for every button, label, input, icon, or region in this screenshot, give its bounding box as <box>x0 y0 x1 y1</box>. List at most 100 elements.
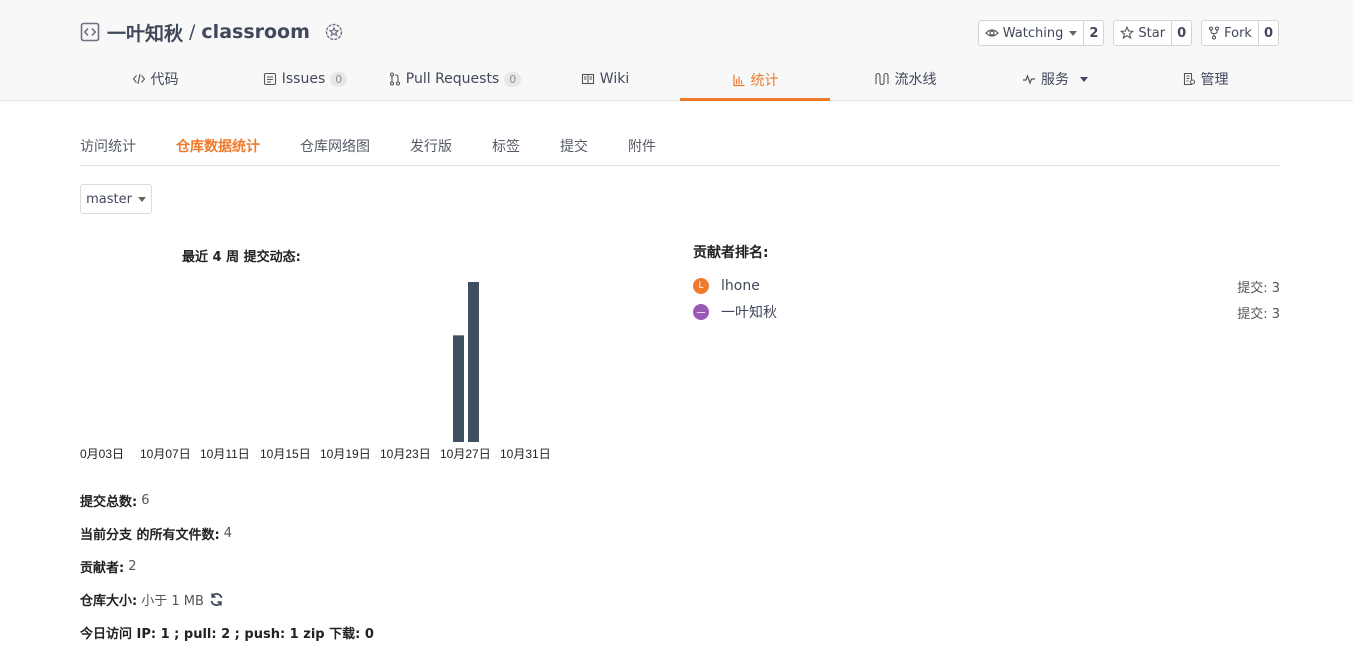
watching-button[interactable]: Watching 2 <box>977 20 1105 46</box>
commit-activity-chart: 0月03日 10月07日 10月11日 10月15日 10月19日 10月23日 10月27… <box>80 282 551 461</box>
stat-file-count-value: 4 <box>223 526 233 541</box>
repo-actions: Watching 2 Star 0 Fork 0 <box>977 20 1279 46</box>
stat-contributors: 贡献者: 2 <box>80 550 374 583</box>
bar-chart-icon <box>732 73 746 87</box>
x-tick-label: 10月27日 <box>440 447 491 461</box>
subnav-attachments[interactable]: 附件 <box>628 134 656 165</box>
star-label-group: Star <box>1114 21 1171 45</box>
x-tick-label: 10月15日 <box>260 447 311 461</box>
repo-tabs: 代码 Issues 0 Pull Requests 0 Wiki 统计 流水线 … <box>80 58 1280 101</box>
x-tick-label: 10月23日 <box>380 447 431 461</box>
tab-pull-requests-label: Pull Requests <box>405 71 500 87</box>
subnav-repo-data-stats[interactable]: 仓库数据统计 <box>176 134 260 165</box>
contributors-list: L lhone 提交: 3 一 一叶知秋 提交: 3 <box>693 273 1280 325</box>
tab-manage[interactable]: 管理 <box>1130 58 1280 100</box>
stat-contributors-label: 贡献者: <box>80 561 125 576</box>
star-button[interactable]: Star 0 <box>1113 20 1193 46</box>
chevron-down-icon <box>137 196 146 202</box>
repo-separator: / <box>189 21 196 43</box>
stat-today-visits: 今日访问 IP: 1 ; pull: 2 ; push: 1 zip 下载: 0 <box>80 627 374 642</box>
tab-issues-label: Issues <box>281 71 326 87</box>
issues-count-badge: 0 <box>330 71 348 87</box>
repo-code-icon <box>80 22 100 42</box>
tab-statistics-label: 统计 <box>750 72 779 89</box>
contributor-row: L lhone 提交: 3 <box>693 273 1280 299</box>
avatar[interactable]: 一 <box>693 304 709 320</box>
stat-total-commits-label: 提交总数: <box>80 495 138 510</box>
tab-pipeline[interactable]: 流水线 <box>830 58 980 100</box>
repo-owner-link[interactable]: 一叶知秋 <box>107 19 183 46</box>
x-tick-label: 10月07日 <box>140 447 191 461</box>
pull-request-icon <box>389 72 401 86</box>
contributor-info: L lhone <box>693 278 760 294</box>
pipeline-icon <box>874 72 890 86</box>
branch-selector[interactable]: master <box>80 184 152 214</box>
chevron-down-icon <box>1069 30 1078 36</box>
fork-label-group: Fork <box>1202 21 1258 45</box>
eye-icon <box>984 29 999 37</box>
star-count[interactable]: 0 <box>1171 21 1191 45</box>
tab-pull-requests[interactable]: Pull Requests 0 <box>380 58 530 100</box>
repo-header: 一叶知秋 / classroom Watching 2 Star 0 Fork … <box>0 0 1353 101</box>
tab-pipeline-label: 流水线 <box>894 72 937 88</box>
fork-button[interactable]: Fork 0 <box>1201 20 1279 46</box>
stat-repo-size-label: 仓库大小: <box>80 594 138 609</box>
refresh-icon[interactable] <box>209 592 224 607</box>
subnav-tags[interactable]: 标签 <box>492 134 520 165</box>
subnav-commits[interactable]: 提交 <box>560 134 588 165</box>
chart-bar[interactable] <box>453 335 464 442</box>
fork-count[interactable]: 0 <box>1257 21 1278 45</box>
award-badge-icon[interactable] <box>324 22 344 42</box>
code-icon <box>132 72 146 86</box>
tab-manage-label: 管理 <box>1200 72 1229 88</box>
contributors-ranking-title: 贡献者排名: <box>693 245 769 261</box>
x-tick-label: 10月31日 <box>500 447 551 461</box>
tab-statistics[interactable]: 统计 <box>680 58 830 101</box>
fork-icon <box>1209 26 1220 40</box>
stat-total-commits-value: 6 <box>141 493 150 508</box>
watching-count[interactable]: 2 <box>1083 21 1103 45</box>
contributor-name[interactable]: 一叶知秋 <box>721 302 777 322</box>
contributor-commits: 提交: 3 <box>1237 280 1280 296</box>
x-tick-label: 10月11日 <box>200 447 250 461</box>
stat-repo-size-value: 小于 1 MB <box>141 594 204 609</box>
chevron-down-icon <box>1080 76 1088 82</box>
branch-label: master <box>86 191 132 207</box>
x-tick-label: 10月19日 <box>320 447 371 461</box>
issues-icon <box>263 72 277 86</box>
tab-code[interactable]: 代码 <box>80 58 230 100</box>
watching-label-group: Watching <box>979 21 1084 45</box>
contributor-row: 一 一叶知秋 提交: 3 <box>693 299 1280 325</box>
tab-issues[interactable]: Issues 0 <box>230 58 380 100</box>
tab-services[interactable]: 服务 <box>980 58 1130 100</box>
subnav-network-graph[interactable]: 仓库网络图 <box>300 134 370 165</box>
tab-wiki-label: Wiki <box>599 71 630 87</box>
book-icon <box>581 72 595 86</box>
settings-doc-icon <box>1182 72 1196 86</box>
subnav-releases[interactable]: 发行版 <box>410 134 452 165</box>
repo-title: 一叶知秋 / classroom <box>80 17 344 47</box>
watching-label: Watching <box>1002 25 1064 41</box>
stat-total-commits: 提交总数: 6 <box>80 484 374 517</box>
tab-code-label: 代码 <box>150 72 179 88</box>
repo-stats: 提交总数: 6 当前分支 的所有文件数: 4 贡献者: 2 仓库大小: 小于 1… <box>80 484 374 649</box>
statistics-subnav: 访问统计 仓库数据统计 仓库网络图 发行版 标签 提交 附件 <box>80 134 1280 166</box>
stat-file-count-label: 当前分支 的所有文件数: <box>80 528 220 543</box>
pull-requests-count-badge: 0 <box>504 71 522 87</box>
fork-label: Fork <box>1224 25 1252 41</box>
tab-wiki[interactable]: Wiki <box>530 58 680 100</box>
chart-title: 最近 4 周 提交动态: <box>182 250 301 265</box>
star-label: Star <box>1138 25 1166 41</box>
star-icon <box>1120 26 1135 40</box>
repo-name-link[interactable]: classroom <box>201 21 310 43</box>
tab-services-label: 服务 <box>1041 72 1069 88</box>
chart-bar[interactable] <box>468 282 479 442</box>
contributor-commits: 提交: 3 <box>1237 306 1280 322</box>
stat-contributors-value: 2 <box>128 559 137 574</box>
pulse-icon <box>1022 72 1036 86</box>
x-tick-label: 0月03日 <box>80 447 124 461</box>
avatar[interactable]: L <box>693 278 709 294</box>
stat-repo-size: 仓库大小: 小于 1 MB <box>80 583 374 616</box>
subnav-visit-stats[interactable]: 访问统计 <box>80 134 136 165</box>
contributor-name[interactable]: lhone <box>721 278 760 294</box>
